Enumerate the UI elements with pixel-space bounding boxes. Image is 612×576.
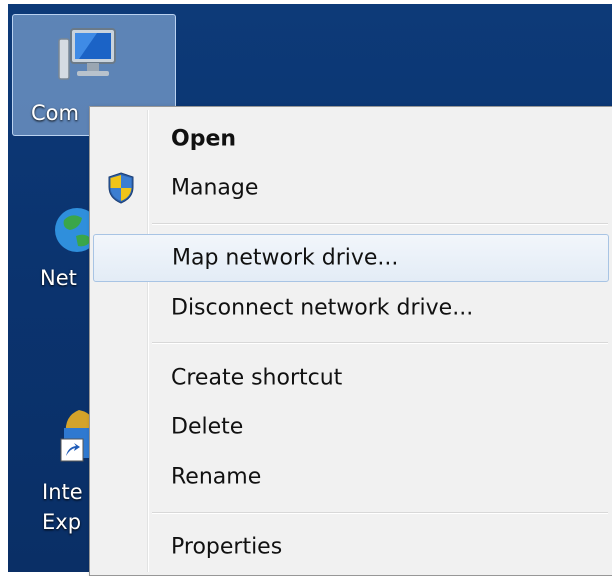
menu-item-map-network-drive-label: Map network drive...	[172, 245, 399, 271]
computer-icon-label: Com	[31, 101, 79, 125]
computer-icon	[58, 28, 116, 80]
internet-explorer-icon-label-line2: Exp	[42, 510, 82, 534]
menu-item-properties-label: Properties	[171, 534, 283, 560]
menu-item-delete-label: Delete	[171, 414, 244, 440]
menu-item-manage[interactable]: Manage	[93, 165, 609, 211]
menu-item-create-shortcut[interactable]: Create shortcut	[93, 355, 609, 401]
menu-item-open[interactable]: Open	[93, 116, 609, 162]
internet-explorer-icon-label-line1: Inte	[42, 480, 83, 504]
menu-item-disconnect-network-drive[interactable]: Disconnect network drive...	[93, 285, 609, 331]
menu-separator	[152, 512, 608, 514]
menu-item-map-network-drive[interactable]: Map network drive...	[93, 234, 609, 282]
menu-item-rename-label: Rename	[171, 464, 262, 490]
network-icon-label: Net	[40, 266, 77, 290]
menu-item-manage-label: Manage	[171, 175, 259, 201]
context-menu: Open Manage Map network drive... Disconn…	[89, 106, 612, 576]
shortcut-arrow-icon	[60, 438, 84, 462]
menu-separator	[152, 342, 608, 344]
menu-item-rename[interactable]: Rename	[93, 454, 609, 500]
uac-shield-icon	[108, 172, 134, 204]
menu-item-properties[interactable]: Properties	[93, 524, 609, 570]
menu-item-disconnect-network-drive-label: Disconnect network drive...	[171, 295, 474, 321]
menu-item-open-label: Open	[171, 126, 237, 152]
menu-separator	[152, 223, 608, 225]
menu-item-create-shortcut-label: Create shortcut	[171, 365, 343, 391]
menu-item-delete[interactable]: Delete	[93, 404, 609, 450]
